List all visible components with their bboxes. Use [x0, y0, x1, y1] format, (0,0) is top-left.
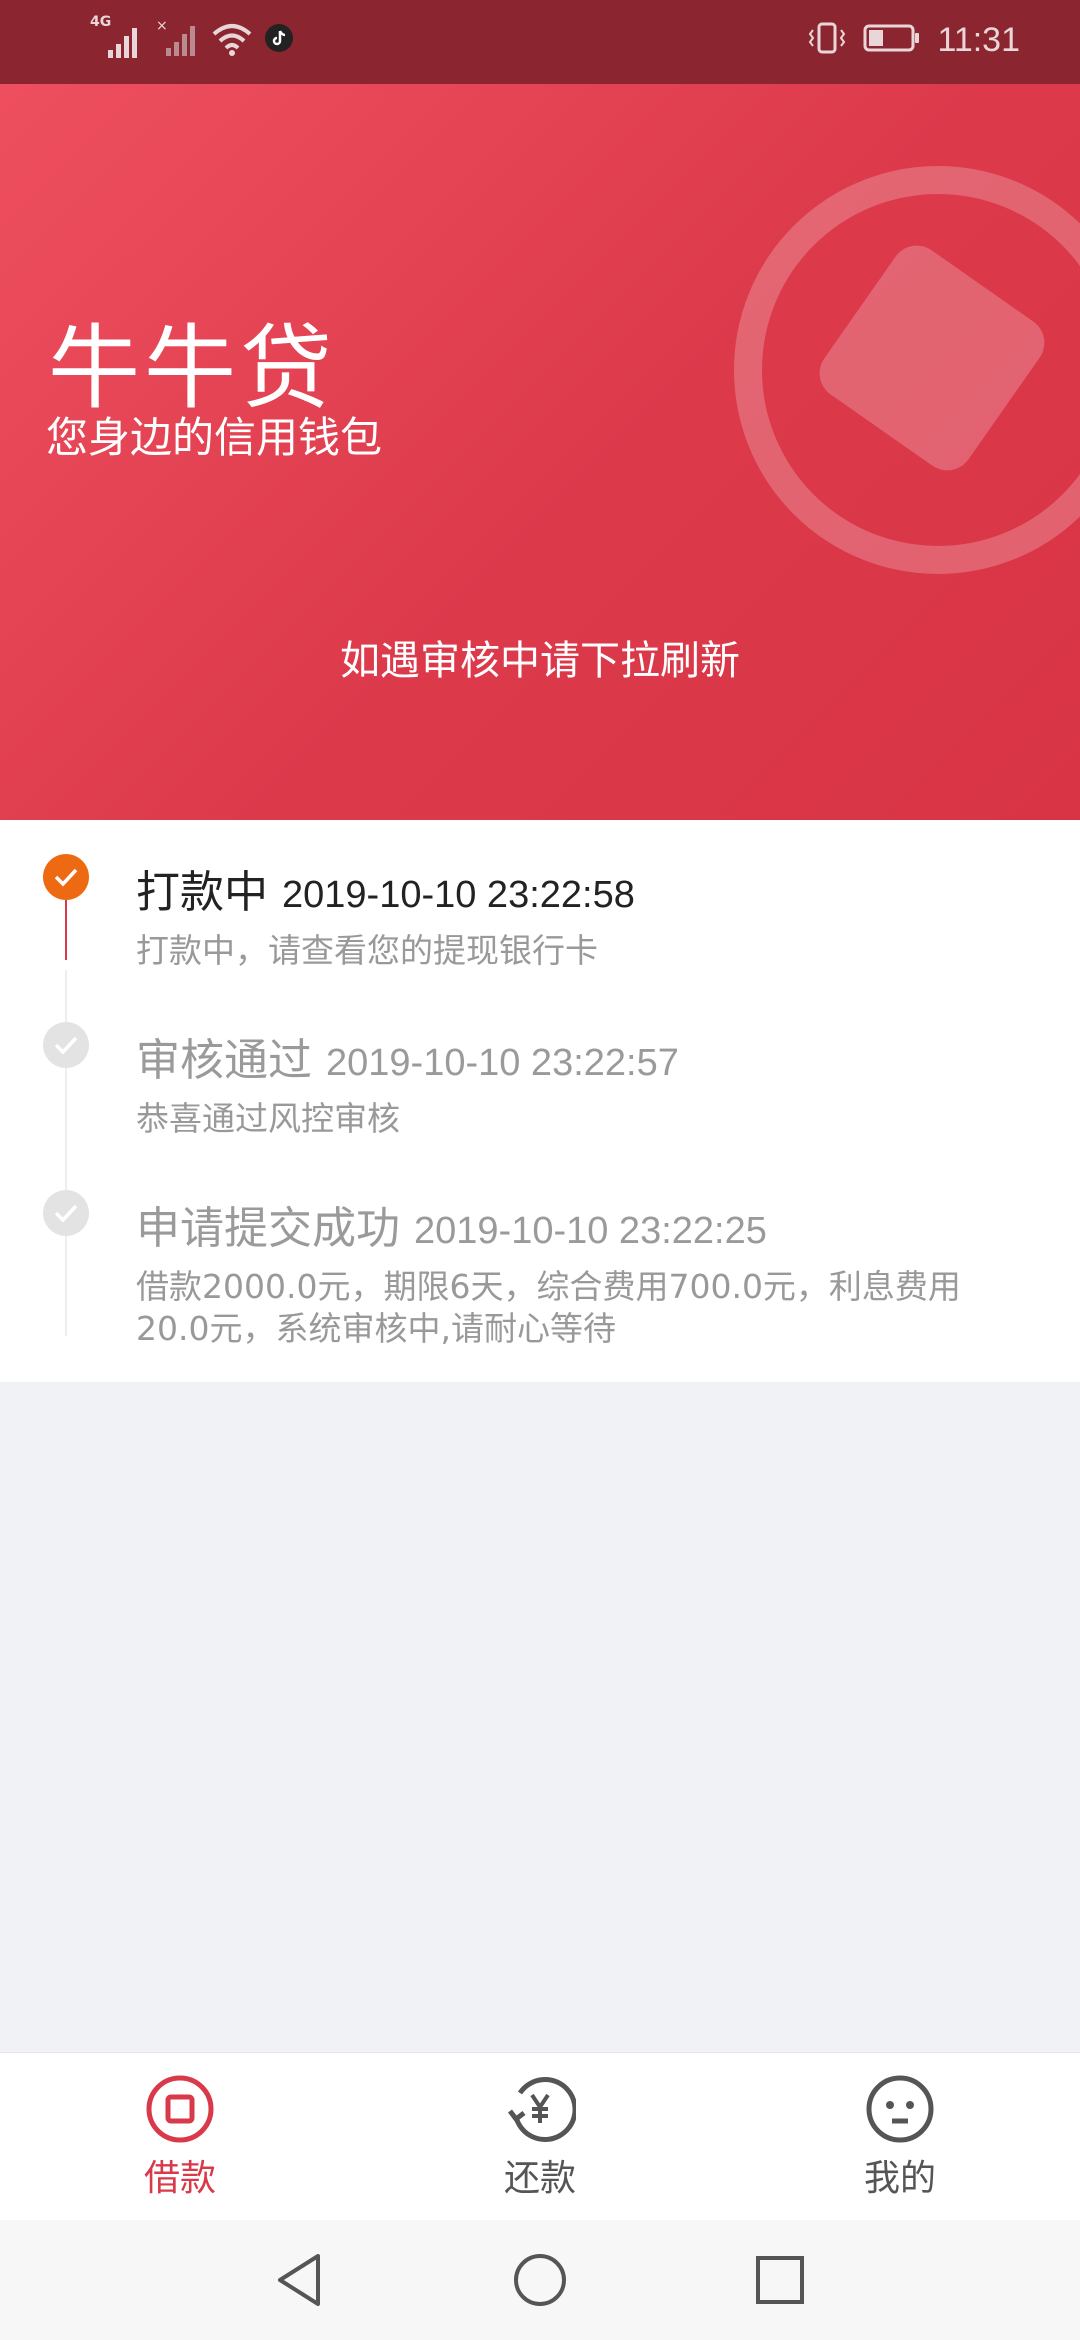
tab-profile[interactable]: 我的 — [800, 2073, 1000, 2201]
signal-no-service-icon: × — [156, 18, 200, 62]
tiktok-notification-icon — [264, 23, 294, 57]
tab-label: 借款 — [143, 2158, 216, 2199]
battery-icon — [863, 23, 921, 57]
step-title: 打款中 2019-10-10 23:22:58 — [136, 856, 635, 920]
status-time: 11:31 — [937, 20, 1020, 59]
step-description: 借款2000.0元，期限6天，综合费用700.0元，利息费用20.0元，系统审核… — [136, 1267, 961, 1348]
step-title: 申请提交成功 2019-10-10 23:22:25 — [136, 1192, 767, 1256]
status-left-group: 4G × — [90, 14, 294, 62]
step-time: 2019-10-10 23:22:25 — [414, 1210, 767, 1252]
status-right-group: 11:31 — [807, 18, 1020, 62]
repay-icon — [508, 2077, 576, 2142]
back-icon[interactable] — [270, 2250, 330, 2310]
step-time: 2019-10-10 23:22:57 — [326, 1042, 679, 1084]
step-title-text: 打款中 — [136, 867, 268, 918]
check-icon — [43, 1190, 89, 1236]
tab-repay[interactable]: 还款 — [440, 2073, 640, 2201]
step-time: 2019-10-10 23:22:58 — [282, 874, 635, 916]
svg-text:×: × — [156, 18, 168, 34]
system-navigation-bar — [0, 2220, 1080, 2340]
step-title-text: 申请提交成功 — [136, 1203, 400, 1254]
step-title-text: 审核通过 — [136, 1035, 312, 1086]
logo-decoration-icon — [734, 166, 1080, 574]
network-label: 4G — [90, 14, 112, 30]
app-screen: 4G × 11:31 牛牛贷 您身边的信用钱包 如遇审核中请下拉刷新 打款中 2… — [0, 0, 1080, 2340]
tab-label: 我的 — [863, 2158, 936, 2199]
loan-icon — [146, 2075, 214, 2143]
vibrate-icon — [807, 18, 847, 62]
wifi-icon — [210, 18, 254, 62]
refresh-hint: 如遇审核中请下拉刷新 — [340, 638, 740, 684]
tab-loan[interactable]: 借款 — [80, 2073, 280, 2201]
loan-status-timeline: 打款中 2019-10-10 23:22:58 打款中，请查看您的提现银行卡 审核… — [0, 820, 1080, 1382]
status-bar: 4G × 11:31 — [0, 0, 1080, 84]
step-description: 恭喜通过风控审核 — [136, 1099, 400, 1138]
check-icon — [43, 854, 89, 900]
bottom-tab-bar: 借款 还款 我的 — [0, 2052, 1080, 2220]
header-banner: 牛牛贷 您身边的信用钱包 如遇审核中请下拉刷新 — [0, 84, 1080, 820]
app-subtitle: 您身边的信用钱包 — [46, 413, 383, 462]
home-icon[interactable] — [510, 2250, 570, 2310]
tab-label: 还款 — [503, 2158, 576, 2199]
check-icon — [43, 1022, 89, 1068]
step-description: 打款中，请查看您的提现银行卡 — [136, 931, 598, 970]
profile-icon — [866, 2075, 934, 2143]
recents-icon[interactable] — [750, 2250, 810, 2310]
timeline-connector-active — [65, 900, 67, 960]
signal-4g-icon: 4G — [90, 14, 146, 60]
step-title: 审核通过 2019-10-10 23:22:57 — [136, 1024, 679, 1088]
